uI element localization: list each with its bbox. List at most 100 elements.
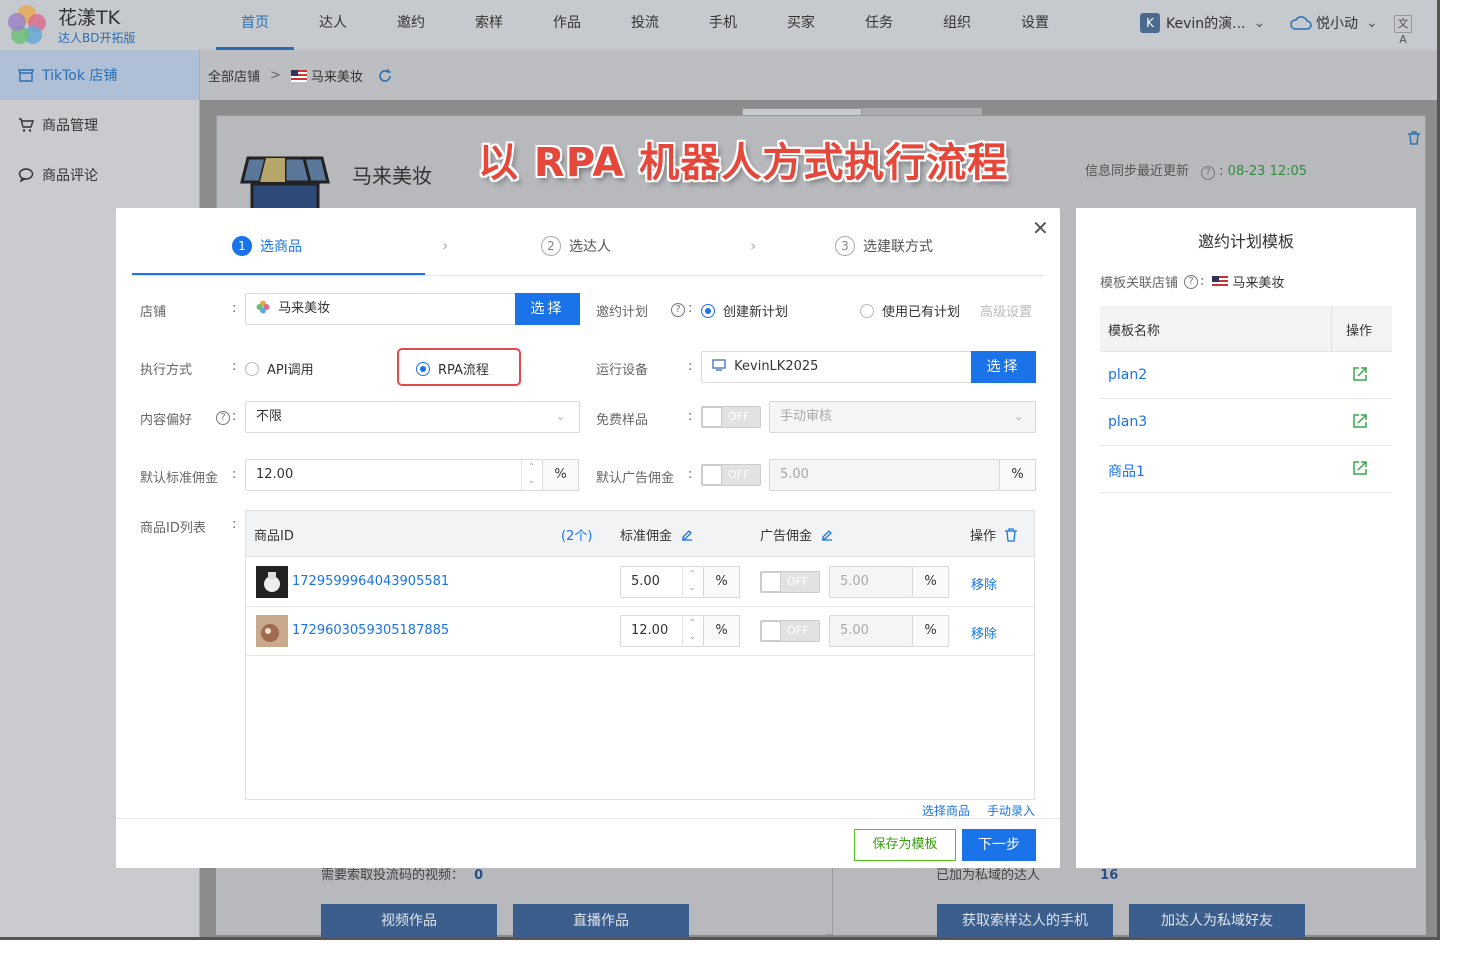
nav-ads[interactable]: 投流 <box>606 0 684 50</box>
refresh-icon[interactable] <box>377 68 393 84</box>
monitor-icon <box>712 359 726 371</box>
account-name: Kevin的演... <box>1166 16 1246 32</box>
breadcrumb-root[interactable]: 全部店铺 <box>208 66 260 85</box>
nav-home[interactable]: 首页 <box>216 0 294 50</box>
template-name-link[interactable]: plan2 <box>1108 367 1147 383</box>
product-table: 商品ID (2个) 标准佣金 广告佣金 操作 17295999640439055… <box>245 510 1035 800</box>
active-step-underline <box>132 273 425 275</box>
nav-samples[interactable]: 索样 <box>450 0 528 50</box>
nav-buyers[interactable]: 买家 <box>762 0 840 50</box>
store-icon <box>18 69 34 82</box>
trash-icon[interactable] <box>1406 130 1422 146</box>
nav-invite[interactable]: 邀约 <box>372 0 450 50</box>
manual-entry-link[interactable]: 手动录入 <box>987 802 1035 819</box>
template-name-link[interactable]: 商品1 <box>1108 461 1145 481</box>
number-stepper[interactable]: ⌃ ⌄ <box>682 616 702 646</box>
brand-subtitle: 达人BD开拓版 <box>58 31 136 45</box>
trash-icon[interactable] <box>1004 528 1018 542</box>
select-products-link[interactable]: 选择商品 <box>922 802 970 819</box>
rpa-highlight-box <box>397 348 521 386</box>
colon: : <box>232 409 237 424</box>
create-invite-plan-modal: 1 选商品 › 2 选达人 › 3 选建联方式 ✕ 店铺 : 马来美妆 选择 邀… <box>116 208 1060 868</box>
cloud-icon <box>1290 16 1312 30</box>
step-select-method[interactable]: 3 选建联方式 <box>835 236 933 256</box>
apply-template-icon[interactable] <box>1352 460 1368 476</box>
plan-existing-radio[interactable]: 使用已有计划 <box>860 301 960 320</box>
row-ad-value: 5.00 <box>840 574 869 589</box>
nav-phone[interactable]: 手机 <box>684 0 762 50</box>
nav-tasks[interactable]: 任务 <box>840 0 918 50</box>
chevron-right-icon: › <box>750 236 757 255</box>
comment-icon <box>18 168 34 183</box>
language-icon[interactable]: 文A <box>1394 15 1412 46</box>
col-template-op: 操作 <box>1346 324 1373 339</box>
std-commission-label: 默认标准佣金 <box>140 471 219 486</box>
colon: : <box>688 301 693 316</box>
sample-review-select: 手动审核 ⌄ <box>769 401 1036 433</box>
advanced-settings-link[interactable]: 高级设置 <box>980 301 1032 320</box>
select-store-button[interactable]: 选择 <box>515 293 580 325</box>
sidebar-item-reviews[interactable]: 商品评论 <box>0 150 199 200</box>
plan-new-radio[interactable]: 创建新计划 <box>701 301 788 320</box>
close-icon[interactable]: ✕ <box>1032 216 1049 240</box>
product-id-link[interactable]: 1729599964043905581 <box>292 574 449 589</box>
product-id-link[interactable]: 1729603059305187885 <box>292 623 449 638</box>
breadcrumb-store[interactable]: 马来美妆 <box>311 66 363 85</box>
number-stepper[interactable]: ⌃ ⌄ <box>521 460 541 490</box>
colon: : <box>688 467 693 482</box>
next-step-button[interactable]: 下一步 <box>962 829 1036 861</box>
store-awning-icon <box>240 156 330 210</box>
template-row: 商品1 <box>1100 446 1392 493</box>
remove-row-button[interactable]: 移除 <box>971 623 997 642</box>
store-field[interactable]: 马来美妆 <box>245 293 517 325</box>
step-number: 3 <box>835 236 855 256</box>
row-ad-toggle[interactable]: OFF <box>760 571 820 593</box>
sidebar-item-tiktok-store[interactable]: TikTok 店铺 <box>0 50 199 100</box>
device-field[interactable]: KevinLK2025 <box>701 351 973 383</box>
save-as-template-button[interactable]: 保存为模板 <box>854 829 956 861</box>
column-divider <box>1331 306 1332 352</box>
ad-commission-toggle[interactable]: OFF <box>701 464 761 486</box>
content-pref-select[interactable]: 不限 ⌄ <box>245 401 580 433</box>
step-select-products[interactable]: 1 选商品 <box>232 236 302 256</box>
nav-creators[interactable]: 达人 <box>294 0 372 50</box>
apply-template-icon[interactable] <box>1352 366 1368 382</box>
ad-commission-label: 默认广告佣金 <box>596 471 675 486</box>
nav-settings[interactable]: 设置 <box>996 0 1074 50</box>
sidebar-item-label: 商品评论 <box>42 168 98 184</box>
percent-suffix: % <box>704 566 740 598</box>
org-menu[interactable]: 悦小动 ⌄ <box>1290 13 1378 33</box>
add-private-friend-button[interactable]: 加达人为私域好友 <box>1129 904 1305 937</box>
step-select-creators[interactable]: 2 选达人 <box>541 236 611 256</box>
remove-row-button[interactable]: 移除 <box>971 574 997 593</box>
exec-method-label: 执行方式 <box>140 363 193 378</box>
sample-review-value: 手动审核 <box>780 409 833 424</box>
colon: : <box>232 517 237 532</box>
step-number: 1 <box>232 236 252 256</box>
cart-icon <box>19 118 34 132</box>
edit-icon[interactable] <box>680 528 694 542</box>
account-menu[interactable]: K Kevin的演... ⌄ <box>1140 13 1265 33</box>
live-works-button[interactable]: 直播作品 <box>513 904 689 937</box>
number-stepper[interactable]: ⌃ ⌄ <box>682 567 702 597</box>
sidebar-item-products[interactable]: 商品管理 <box>0 100 199 150</box>
get-creator-phone-button[interactable]: 获取索样达人的手机 <box>937 904 1113 937</box>
apply-template-icon[interactable] <box>1352 413 1368 429</box>
free-sample-toggle[interactable]: OFF <box>701 406 761 428</box>
help-icon: ? <box>671 303 685 317</box>
row-ad-toggle[interactable]: OFF <box>760 620 820 642</box>
nav-works[interactable]: 作品 <box>528 0 606 50</box>
content-pref-label: 内容偏好 <box>140 413 193 428</box>
nav-org[interactable]: 组织 <box>918 0 996 50</box>
row-std-commission-input[interactable]: 12.00 ⌃ ⌄ <box>620 615 704 647</box>
template-name-link[interactable]: plan3 <box>1108 414 1147 430</box>
annotation-title: 以 RPA 机器人方式执行流程 <box>478 140 1009 186</box>
free-sample-label: 免费样品 <box>596 413 649 428</box>
video-works-button[interactable]: 视频作品 <box>321 904 497 937</box>
std-commission-input[interactable]: 12.00 ⌃ ⌄ <box>245 459 543 491</box>
exec-api-radio[interactable]: API调用 <box>245 359 314 378</box>
row-std-commission-input[interactable]: 5.00 ⌃ ⌄ <box>620 566 704 598</box>
edit-icon[interactable] <box>820 528 834 542</box>
select-device-button[interactable]: 选择 <box>971 351 1036 383</box>
ad-code-video-count: 0 <box>474 868 484 883</box>
